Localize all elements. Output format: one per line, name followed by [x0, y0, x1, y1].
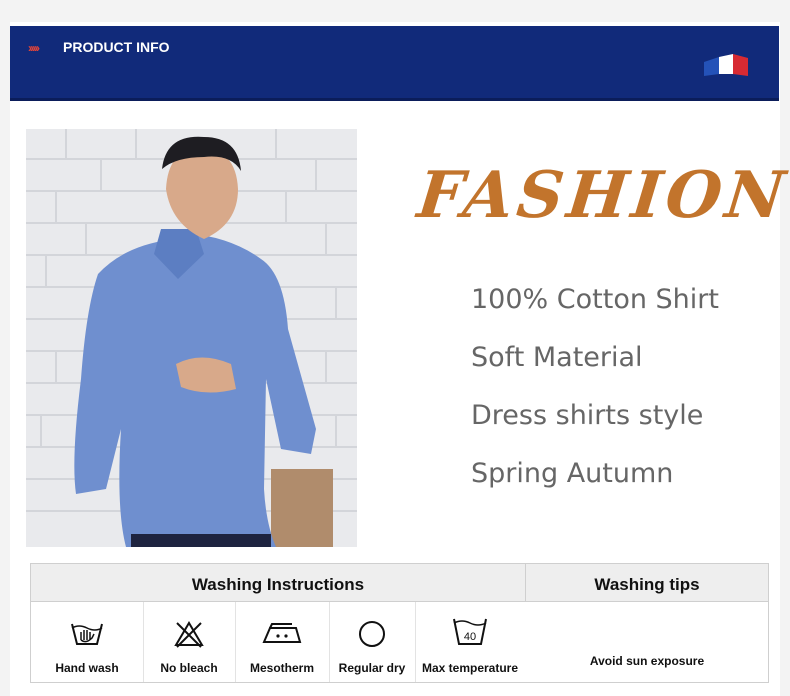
french-flag-icon [704, 54, 748, 76]
feature-soft-material: Soft Material [471, 342, 643, 373]
fashion-headline: FASHION [414, 158, 790, 233]
wash-40-text: 40 [464, 631, 476, 643]
iron-icon [262, 623, 302, 643]
hand-wash-icon [71, 623, 103, 645]
no-bleach-label: No bleach [160, 661, 218, 675]
washing-tips-header: Washing tips [526, 564, 768, 602]
regular-dry-label: Regular dry [338, 661, 406, 675]
feature-season: Spring Autumn [471, 458, 674, 489]
wash-item-mesotherm: Mesotherm [235, 602, 330, 682]
model-photo [26, 129, 357, 547]
wash-item-hand-wash: Hand wash [31, 602, 144, 682]
no-bleach-icon [174, 621, 204, 648]
washing-tip: Avoid sun exposure [526, 602, 768, 682]
washing-tip-text: Avoid sun exposure [589, 654, 705, 668]
product-info-header: ››››› PRODUCT INFO [10, 26, 779, 101]
chevrons-icon: ››››› [28, 41, 40, 55]
wash-item-regular-dry: Regular dry [329, 602, 416, 682]
header-title: PRODUCT INFO [63, 39, 170, 55]
tumble-dry-icon [359, 621, 385, 647]
feature-cotton: 100% Cotton Shirt [471, 284, 719, 315]
mesotherm-label: Mesotherm [249, 661, 314, 675]
wash-item-no-bleach: No bleach [143, 602, 236, 682]
washing-table: Washing Instructions Washing tips Hand w… [30, 563, 769, 683]
max-temperature-label: Max temperature [421, 661, 519, 675]
wash-item-max-temperature: 40 Max temperature [415, 602, 525, 682]
feature-dress-style: Dress shirts style [471, 400, 704, 431]
wash-40-icon: 40 [453, 618, 487, 645]
washing-instructions-header: Washing Instructions [31, 564, 526, 602]
hand-wash-label: Hand wash [55, 661, 119, 675]
